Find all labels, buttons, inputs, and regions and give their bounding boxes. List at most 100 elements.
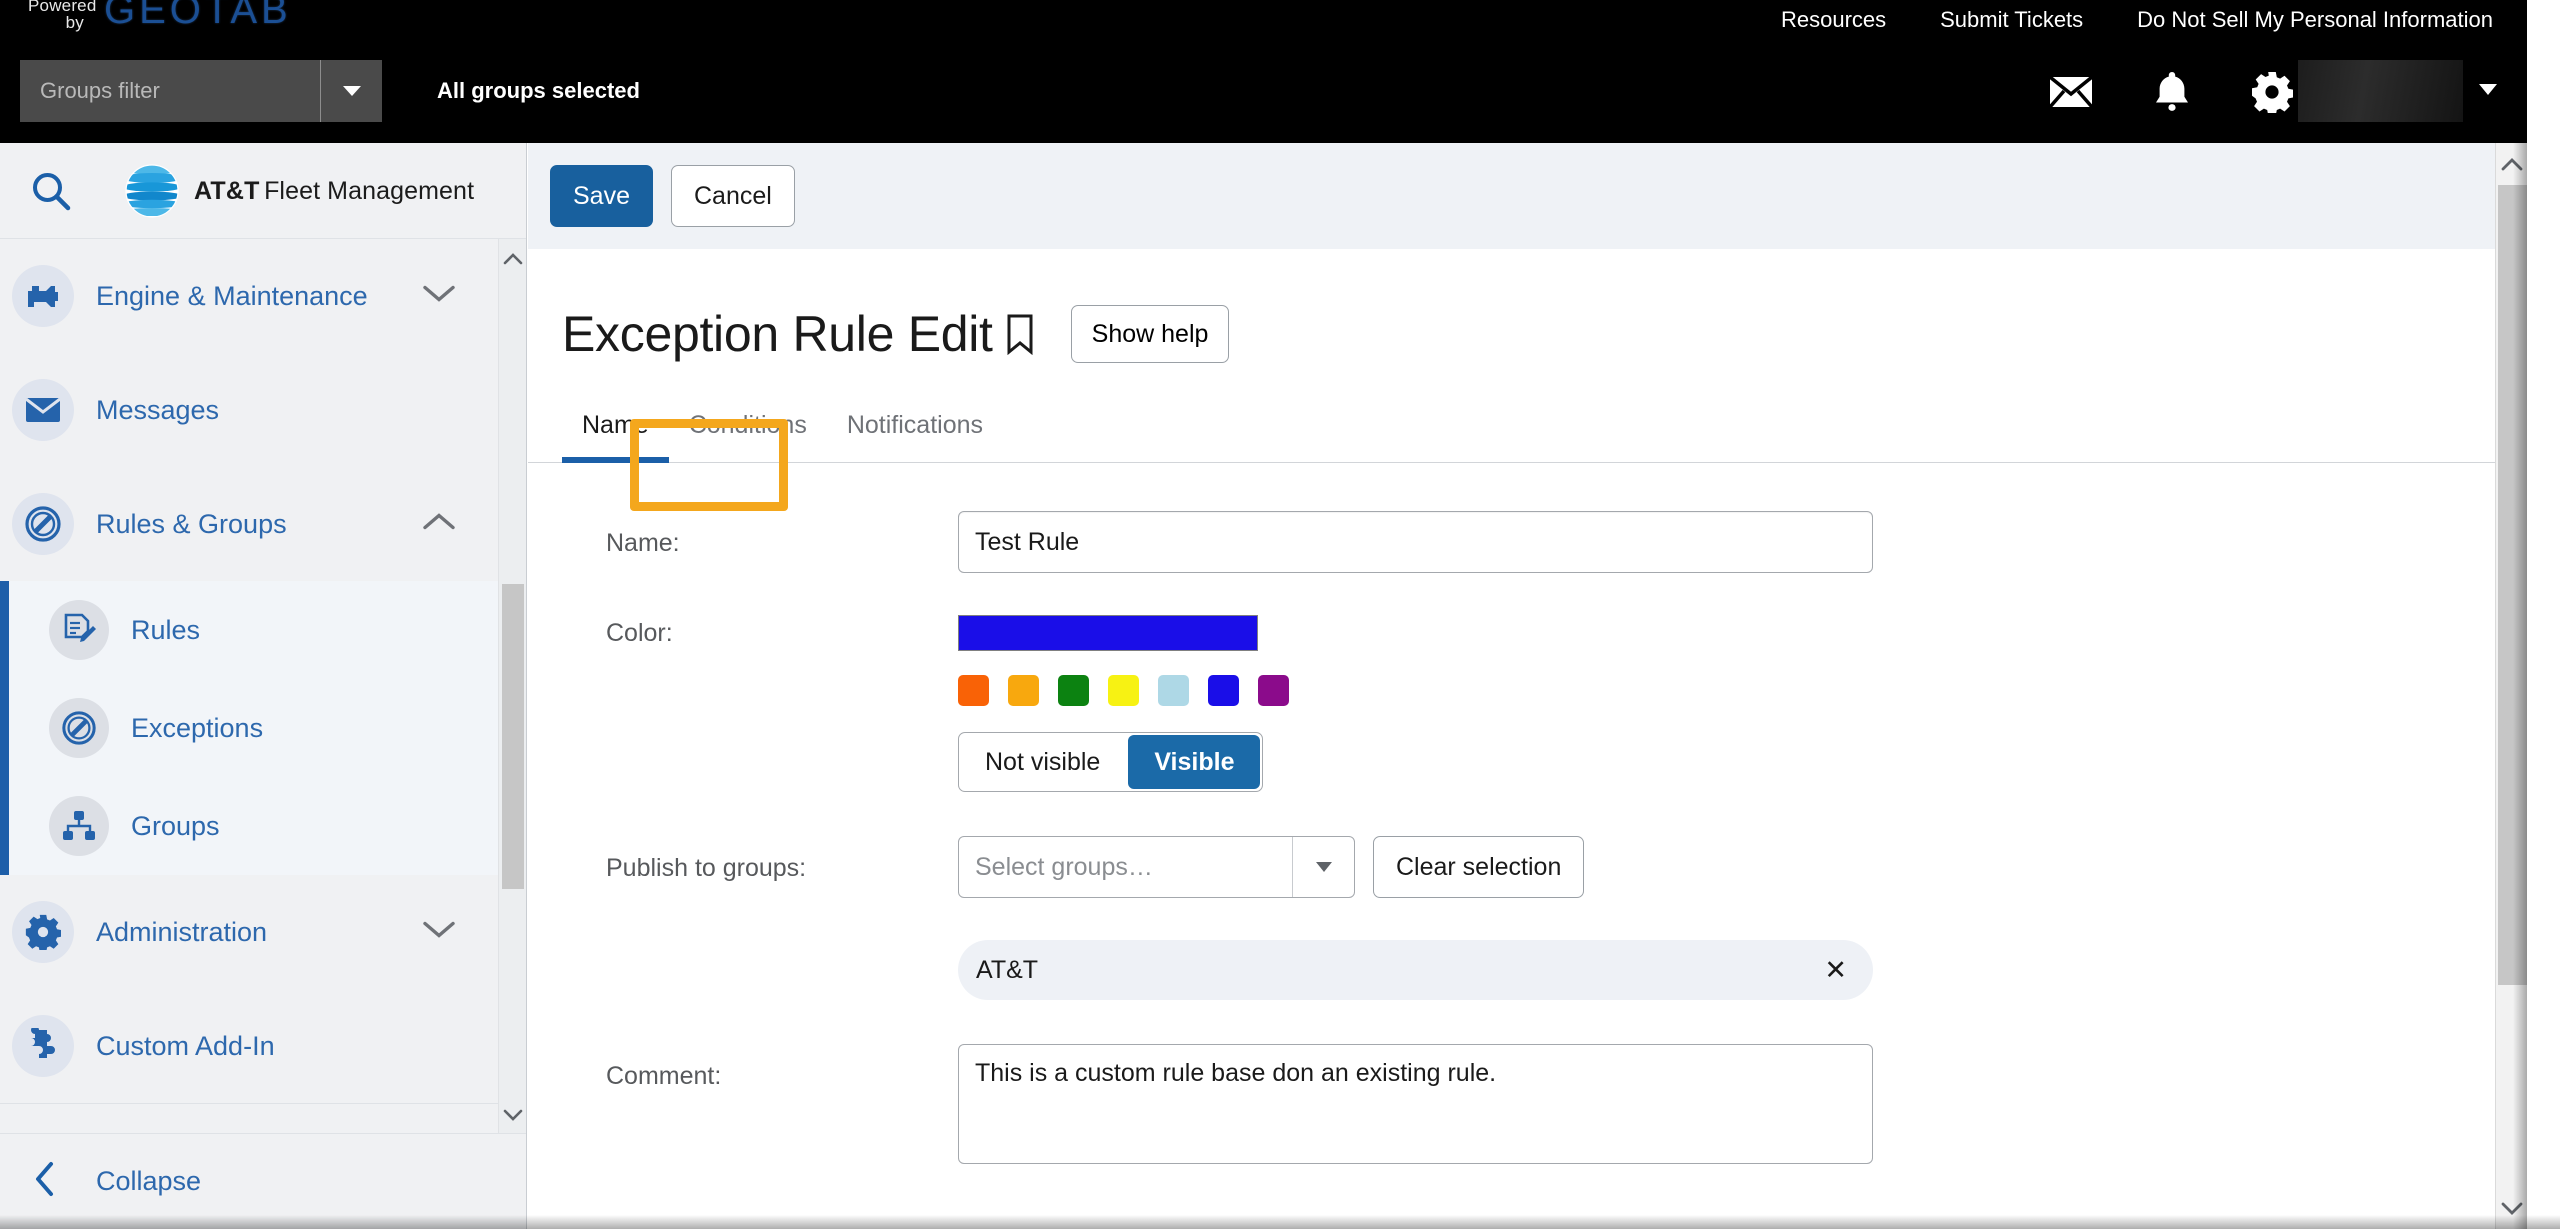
form-row-name: Name: Test Rule — [528, 511, 2527, 573]
tab-notifications[interactable]: Notifications — [827, 411, 1003, 462]
search-icon[interactable] — [20, 170, 82, 212]
sidebar-item-exceptions[interactable]: Exceptions — [9, 679, 526, 777]
sidebar-item-custom-add-in[interactable]: Custom Add-In — [0, 989, 526, 1103]
main-content: Save Cancel Exception Rule Edit Show hel… — [528, 143, 2527, 1229]
save-button[interactable]: Save — [550, 165, 653, 227]
chevron-down-icon[interactable] — [422, 284, 456, 309]
powered-by-geotab-logo: Powered by GEOTAB — [28, 0, 292, 40]
color-swatch-blue[interactable] — [1208, 675, 1239, 706]
document-edit-icon — [49, 600, 109, 660]
sidebar-item-label: Custom Add-In — [96, 1030, 275, 1061]
groups-filter-arrow[interactable] — [320, 60, 382, 122]
scroll-up-arrow-icon[interactable] — [499, 243, 526, 273]
nav-link-do-not-sell[interactable]: Do Not Sell My Personal Information — [2137, 7, 2493, 33]
nav-link-resources[interactable]: Resources — [1781, 7, 1886, 33]
selected-group-label: AT&T — [976, 955, 1039, 984]
visibility-toggle: Not visible Visible — [958, 732, 1264, 792]
color-label: Color: — [606, 619, 673, 647]
att-brand: AT&T Fleet Management — [124, 163, 474, 219]
engine-icon — [12, 265, 74, 327]
chevron-down-icon[interactable] — [422, 920, 456, 945]
sidebar-item-administration[interactable]: Administration — [0, 875, 526, 989]
sidebar-divider — [0, 1103, 526, 1104]
form-row-color: Color: Not visible Visible — [528, 615, 2527, 792]
tab-conditions[interactable]: Conditions — [669, 411, 827, 462]
gear-icon[interactable] — [2251, 71, 2293, 113]
left-sidebar: AT&T Fleet Management Engine & Maintenan… — [0, 143, 527, 1229]
scroll-down-arrow-icon[interactable] — [2496, 1193, 2527, 1223]
powered-by-text: Powered by — [28, 0, 96, 31]
gear-icon — [12, 901, 74, 963]
select-groups-placeholder: Select groups… — [975, 852, 1153, 881]
sidebar-item-rules-groups[interactable]: Rules & Groups — [0, 467, 526, 581]
name-field-wrap: Test Rule — [958, 511, 2527, 573]
sidebar-subitem-label: Exceptions — [131, 712, 264, 743]
show-help-button[interactable]: Show help — [1070, 305, 1230, 363]
prohibited-icon — [12, 493, 74, 555]
nav-link-submit-tickets[interactable]: Submit Tickets — [1940, 7, 2083, 33]
comment-textarea[interactable]: This is a custom rule base don an existi… — [958, 1044, 1873, 1164]
color-swatch-purple[interactable] — [1258, 675, 1289, 706]
att-brand-line2: Fleet Management — [264, 176, 475, 205]
sidebar-item-label: Messages — [96, 394, 220, 425]
att-globe-icon — [124, 163, 180, 219]
sidebar-scrollbar[interactable] — [498, 239, 526, 1133]
att-brand-line1: AT&T — [194, 176, 260, 205]
color-swatch-yellow[interactable] — [1108, 675, 1139, 706]
select-groups-row: Select groups… Clear selection — [958, 836, 2527, 898]
scroll-down-arrow-icon[interactable] — [499, 1099, 526, 1129]
sidebar-item-messages[interactable]: Messages — [0, 353, 526, 467]
sidebar-scrollbar-thumb[interactable] — [502, 584, 524, 889]
close-icon[interactable]: ✕ — [1824, 956, 1847, 984]
select-groups-dropdown[interactable]: Select groups… — [958, 836, 1355, 898]
select-groups-arrow[interactable] — [1292, 837, 1354, 897]
top-black-bar: Powered by GEOTAB Resources Submit Ticke… — [0, 0, 2527, 143]
mail-icon — [12, 379, 74, 441]
user-name-redacted — [2298, 60, 2463, 122]
sidebar-header: AT&T Fleet Management — [0, 143, 526, 239]
comment-field-wrap: This is a custom rule base don an existi… — [958, 1044, 2527, 1164]
color-swatch-row — [958, 675, 2527, 706]
user-menu-chevron-down-icon[interactable] — [2479, 84, 2497, 95]
bell-icon[interactable] — [2153, 70, 2191, 114]
sidebar-collapse-button[interactable]: Collapse — [0, 1133, 526, 1229]
sidebar-item-groups[interactable]: Groups — [9, 777, 526, 875]
visibility-option-visible[interactable]: Visible — [1128, 735, 1261, 789]
sidebar-submenu-rules-groups: Rules Exceptions Groups — [0, 581, 526, 875]
sidebar-item-engine-maintenance[interactable]: Engine & Maintenance — [0, 239, 526, 353]
sidebar-item-label: Engine & Maintenance — [96, 280, 368, 311]
chevron-left-icon — [34, 1161, 56, 1202]
tab-bar: Name Conditions Notifications — [528, 381, 2527, 463]
sidebar-subitem-label: Groups — [131, 810, 220, 841]
all-groups-selected-label: All groups selected — [437, 78, 640, 103]
page-header: Exception Rule Edit Show help — [528, 249, 2527, 381]
visibility-option-not-visible[interactable]: Not visible — [959, 733, 1126, 791]
color-swatch-orange[interactable] — [1008, 675, 1039, 706]
scroll-up-arrow-icon[interactable] — [2496, 149, 2527, 179]
sidebar-item-rules[interactable]: Rules — [9, 581, 526, 679]
groups-filter-dropdown[interactable]: Groups filter — [20, 60, 382, 122]
publish-field-wrap: Select groups… Clear selection AT&T ✕ — [958, 836, 2527, 1000]
color-swatch-light-blue[interactable] — [1158, 675, 1189, 706]
chevron-up-icon[interactable] — [422, 512, 456, 537]
rule-form: Name: Test Rule Color: Not visible Visib… — [528, 463, 2527, 1164]
clear-selection-button[interactable]: Clear selection — [1373, 836, 1585, 898]
color-swatch-green[interactable] — [1058, 675, 1089, 706]
att-brand-text: AT&T Fleet Management — [194, 177, 474, 205]
selected-color-bar[interactable] — [958, 615, 1258, 651]
main-scrollbar[interactable] — [2495, 143, 2527, 1229]
name-input[interactable]: Test Rule — [958, 511, 1873, 573]
tab-name[interactable]: Name — [562, 411, 669, 463]
bookmark-icon[interactable] — [1005, 313, 1035, 355]
color-swatch-orange-red[interactable] — [958, 675, 989, 706]
color-field-wrap: Not visible Visible — [958, 615, 2527, 792]
chevron-down-icon — [1315, 862, 1332, 872]
sidebar-item-label: Administration — [96, 916, 268, 947]
sidebar-scroll-region: Engine & Maintenance Messages Rules & Gr… — [0, 239, 526, 1229]
comment-label: Comment: — [606, 1062, 722, 1090]
groups-filter-placeholder: Groups filter — [40, 78, 160, 103]
cancel-button[interactable]: Cancel — [670, 165, 795, 227]
name-label: Name: — [606, 529, 680, 557]
main-scrollbar-thumb[interactable] — [2498, 185, 2527, 985]
mail-icon[interactable] — [2049, 76, 2093, 108]
